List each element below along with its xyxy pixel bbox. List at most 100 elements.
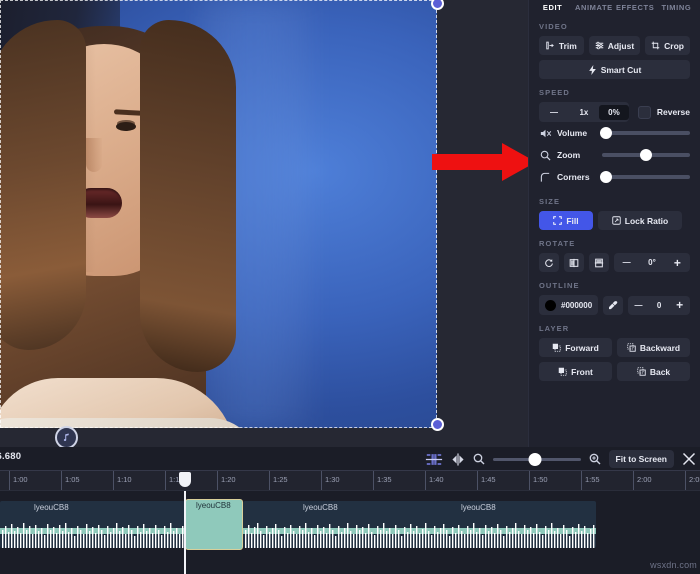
timeline-zoom-slider[interactable] <box>493 458 581 461</box>
selection-handle-bottom[interactable] <box>431 418 444 431</box>
reverse-checkbox[interactable] <box>638 106 651 119</box>
annotation-red-arrow <box>432 143 528 181</box>
outline-width-increase-button[interactable]: + <box>669 298 690 312</box>
crop-label: Crop <box>664 41 684 51</box>
clip-label: lyeouCB8 <box>34 503 69 512</box>
volume-mute-icon[interactable] <box>539 128 552 139</box>
outline-color-button[interactable]: #000000 <box>539 295 598 315</box>
flip-horizontal-button[interactable] <box>564 253 584 272</box>
smart-cut-label: Smart Cut <box>601 65 642 75</box>
rotate-angle-value[interactable]: 0° <box>639 258 664 267</box>
crop-icon <box>651 41 660 50</box>
outline-section-title: OUTLINE <box>539 281 690 290</box>
crop-button[interactable]: Crop <box>645 36 690 55</box>
tab-animate[interactable]: ANIMATE <box>574 3 613 13</box>
ruler-tick: 2:00 <box>633 471 634 490</box>
rotate-increase-button[interactable]: + <box>665 256 690 270</box>
forward-button[interactable]: Forward <box>539 338 612 357</box>
corners-icon[interactable] <box>539 172 552 183</box>
rotate-decrease-button[interactable]: — <box>614 258 639 267</box>
subject-eye-right <box>116 122 136 131</box>
ruler-tick: 1:30 <box>321 471 322 490</box>
subject-clothing <box>0 418 260 428</box>
back-label: Back <box>650 367 670 377</box>
subject-hair-right <box>140 20 236 372</box>
layer-row-2: Front Back <box>539 362 690 381</box>
speed-stepper: — 1x 0% <box>539 102 629 122</box>
adjust-button[interactable]: Adjust <box>589 36 640 55</box>
magnet-snap-icon[interactable] <box>425 453 443 466</box>
split-clip-icon[interactable] <box>451 453 465 466</box>
outline-width-decrease-button[interactable]: — <box>628 301 649 310</box>
ruler-tick-label: 1:30 <box>325 475 340 484</box>
speed-section-title: SPEED <box>539 88 690 97</box>
rotate-icon <box>544 258 554 268</box>
audio-waveform <box>0 514 185 548</box>
close-timeline-icon[interactable] <box>682 452 696 466</box>
video-preview-canvas[interactable] <box>0 0 528 447</box>
zoom-in-icon[interactable] <box>589 453 601 465</box>
corners-slider-knob[interactable] <box>600 171 612 183</box>
volume-slider-track[interactable] <box>602 131 690 135</box>
ruler-tick: 1:35 <box>373 471 374 490</box>
lock-ratio-label: Lock Ratio <box>625 216 668 226</box>
fill-button[interactable]: Fill <box>539 211 593 230</box>
zoom-out-icon[interactable] <box>473 453 485 465</box>
tab-effects[interactable]: EFFECTS <box>616 3 655 13</box>
timeline-toolbar: 66.680 <box>0 447 700 470</box>
layer-section: LAYER Forward Backward <box>529 324 700 381</box>
lock-ratio-button[interactable]: Lock Ratio <box>598 211 682 230</box>
backward-button[interactable]: Backward <box>617 338 690 357</box>
corners-slider-track[interactable] <box>602 175 690 179</box>
timeline-track-area[interactable]: lyeouCB8 <box>0 491 700 574</box>
timeline-playhead[interactable] <box>184 491 186 574</box>
zoom-icon[interactable] <box>539 150 552 161</box>
front-button[interactable]: Front <box>539 362 612 381</box>
zoom-slider-knob[interactable] <box>640 149 652 161</box>
outline-width-value[interactable]: 0 <box>649 301 670 310</box>
trim-button[interactable]: Trim <box>539 36 584 55</box>
smart-cut-button[interactable]: Smart Cut <box>539 60 690 79</box>
fit-to-screen-button[interactable]: Fit to Screen <box>609 450 674 468</box>
adjust-label: Adjust <box>608 41 634 51</box>
ruler-tick: 1:15 <box>165 471 166 490</box>
layer-row-1: Forward Backward <box>539 338 690 357</box>
zoom-slider-track[interactable] <box>602 153 690 157</box>
selection-handle-top[interactable] <box>431 0 444 10</box>
trim-label: Trim <box>559 41 577 51</box>
rotate-button[interactable] <box>539 253 559 272</box>
ruler-tick-label: 1:25 <box>273 475 288 484</box>
timeline-clip[interactable]: lyeouCB8 lyeouCB8 <box>243 501 596 548</box>
timeline-ruler[interactable]: 1:00 1:05 1:10 1:15 1:20 1:25 1:30 1:35 … <box>0 470 700 491</box>
fill-label: Fill <box>566 216 578 226</box>
tab-timing[interactable]: TIMING <box>657 3 696 13</box>
reverse-control[interactable]: Reverse <box>638 106 690 119</box>
ruler-tick: 1:05 <box>61 471 62 490</box>
speed-decrease-button[interactable]: — <box>539 108 569 117</box>
ruler-tick: 1:45 <box>477 471 478 490</box>
audio-track-badge[interactable] <box>55 426 78 447</box>
flip-vertical-button[interactable] <box>589 253 609 272</box>
bring-forward-icon <box>552 343 561 352</box>
back-button[interactable]: Back <box>617 362 690 381</box>
video-editor-window: EDIT ANIMATE EFFECTS TIMING VIDEO Trim <box>0 0 700 572</box>
speed-value-field[interactable]: 0% <box>599 105 629 120</box>
ruler-tick-label: 1:00 <box>13 475 28 484</box>
ruler-tick-label: 1:50 <box>533 475 548 484</box>
playhead-handle[interactable] <box>179 472 191 487</box>
timeline-zoom-knob[interactable] <box>528 453 541 466</box>
smart-cut-row: Smart Cut <box>539 60 690 79</box>
outline-color-swatch <box>545 300 556 311</box>
tab-edit[interactable]: EDIT <box>533 3 572 13</box>
timeline-clip[interactable]: lyeouCB8 <box>0 501 185 548</box>
send-backward-icon <box>627 343 636 352</box>
backward-label: Backward <box>640 343 680 353</box>
speed-rate-label[interactable]: 1x <box>569 108 599 117</box>
bring-to-front-icon <box>558 367 567 376</box>
eyedropper-button[interactable] <box>603 296 623 315</box>
timeline-clip-selected[interactable]: lyeouCB8 <box>185 499 243 550</box>
subject-hair-left <box>0 20 86 350</box>
video-frame[interactable] <box>0 0 437 428</box>
volume-slider-knob[interactable] <box>600 127 612 139</box>
outline-section: OUTLINE #000000 — 0 + <box>529 281 700 315</box>
